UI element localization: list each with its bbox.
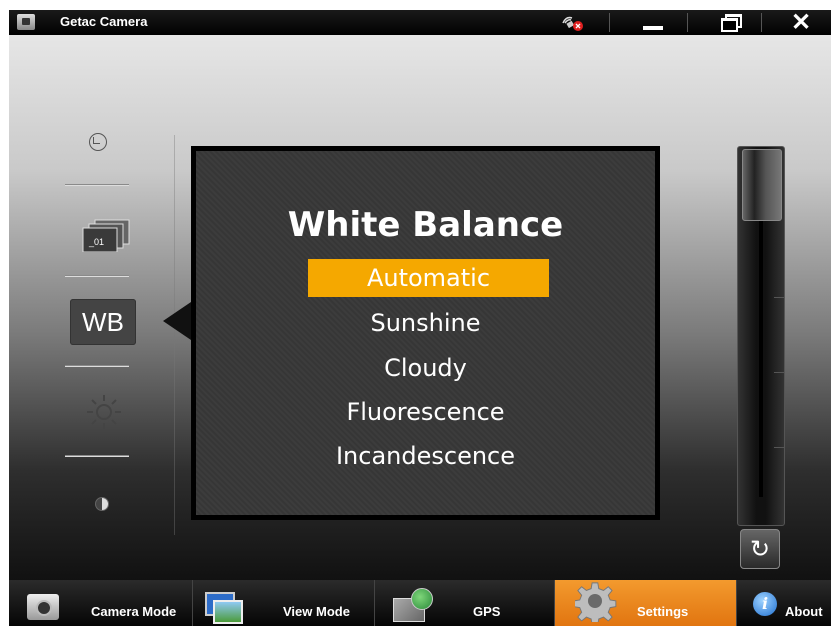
tab-camera-mode[interactable]: Camera Mode [9, 580, 193, 626]
toolbar-separator [65, 365, 129, 367]
burst-count-icon[interactable]: _01 [81, 218, 131, 253]
gps-disabled-icon[interactable] [560, 14, 584, 32]
camera-app-window: Getac Camera ✕ _01 WB White Balance Auto… [9, 10, 831, 626]
wb-option-sunshine[interactable]: Sunshine [196, 304, 655, 342]
window-title: Getac Camera [60, 14, 148, 29]
brightness-icon[interactable] [84, 392, 124, 432]
minimize-button[interactable] [631, 10, 673, 35]
timer-icon[interactable] [89, 133, 107, 151]
gps-map-icon [393, 588, 433, 624]
close-button[interactable]: ✕ [779, 10, 823, 35]
tab-label: GPS [473, 604, 501, 619]
tab-settings[interactable]: Settings [555, 580, 737, 626]
toolbar-separator [65, 184, 129, 186]
camera-app-icon [17, 14, 35, 30]
photos-icon [205, 592, 243, 624]
reset-button[interactable]: ↻ [740, 529, 780, 569]
tab-label: Camera Mode [91, 604, 177, 619]
tab-label: About [785, 604, 823, 619]
burst-badge: _01 [88, 237, 104, 247]
zoom-slider-thumb[interactable] [742, 149, 782, 221]
contrast-icon[interactable] [95, 497, 109, 511]
white-balance-title: White Balance [287, 205, 564, 245]
slider-groove [759, 217, 763, 497]
refresh-icon: ↻ [749, 535, 771, 563]
tab-about[interactable]: i About [737, 580, 831, 626]
title-bar: Getac Camera ✕ [9, 10, 831, 35]
camera-icon [27, 594, 59, 620]
restore-button[interactable] [706, 10, 748, 35]
selection-pointer [163, 302, 191, 340]
close-icon: ✕ [790, 10, 812, 36]
bottom-tab-bar: Camera Mode View Mode GPS Settings i Abo… [9, 580, 831, 626]
gear-icon [575, 582, 617, 622]
toolbar-separator [65, 275, 129, 277]
wb-option-fluorescence[interactable]: Fluorescence [196, 393, 655, 431]
tab-gps[interactable]: GPS [375, 580, 555, 626]
tab-label: Settings [637, 604, 689, 619]
info-icon: i [753, 592, 777, 616]
wb-option-automatic[interactable]: Automatic [308, 259, 549, 297]
white-balance-button[interactable]: WB [70, 299, 136, 345]
tab-label: View Mode [283, 604, 350, 619]
white-balance-panel: White Balance Automatic Sunshine Cloudy … [191, 146, 660, 520]
toolbar-separator [65, 455, 129, 457]
zoom-slider[interactable] [737, 146, 785, 526]
wb-option-incandescence[interactable]: Incandescence [196, 437, 655, 475]
tab-view-mode[interactable]: View Mode [193, 580, 375, 626]
camera-viewport: _01 WB White Balance Automatic Sunshine [9, 35, 831, 580]
wb-option-cloudy[interactable]: Cloudy [196, 349, 655, 387]
